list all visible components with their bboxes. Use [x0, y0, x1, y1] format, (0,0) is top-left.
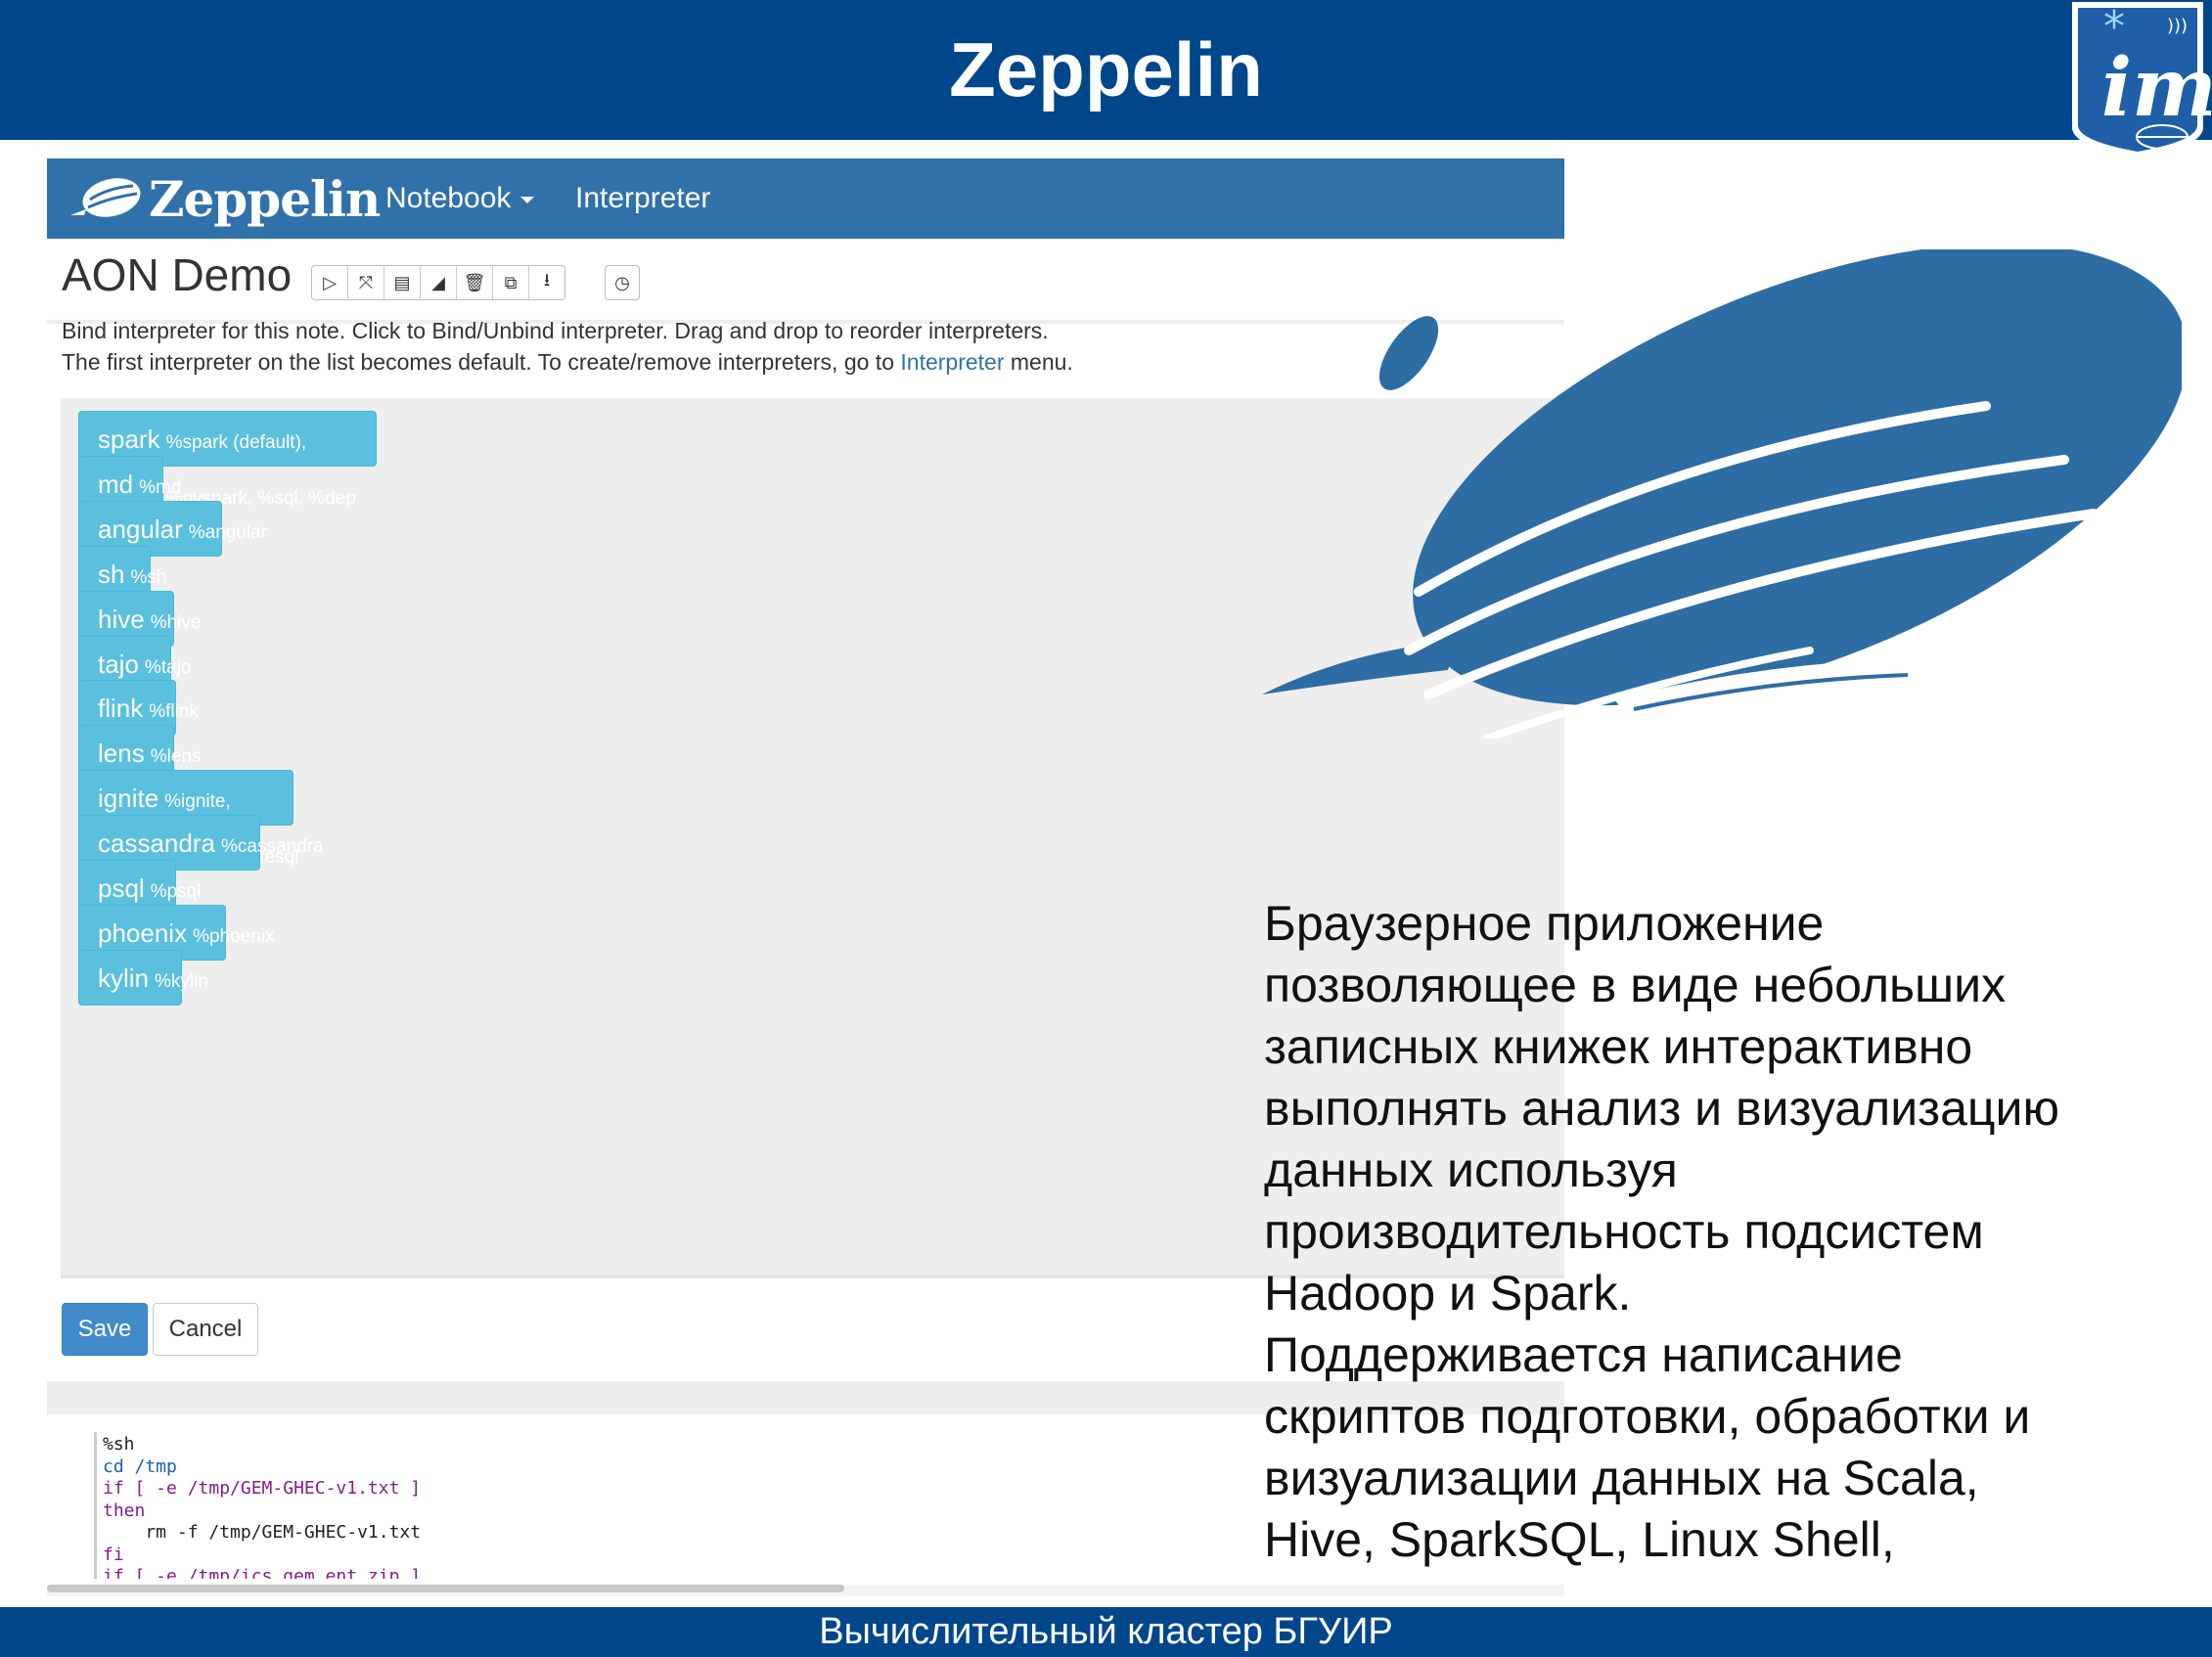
- interpreter-bindings: %angular: [188, 521, 268, 543]
- brand-name: Zeppelin: [149, 169, 381, 228]
- footer-text: Вычислительный кластер БГУИР: [819, 1611, 1393, 1652]
- description-line: Поддерживается написание: [1264, 1327, 1903, 1382]
- zeppelin-airship-icon: [1262, 249, 2182, 739]
- code-line: rm -f /tmp/GEM-GHEC-v1.txt: [103, 1522, 422, 1543]
- nav-notebook-dropdown[interactable]: Notebook: [385, 158, 535, 239]
- book-icon[interactable]: ▤: [384, 266, 421, 299]
- description-line: Браузерное приложение: [1264, 896, 1825, 951]
- description-line: выполнять анализ и визуализацию: [1264, 1081, 2059, 1136]
- download-icon[interactable]: ⭳: [529, 266, 564, 299]
- description-line: записных книжек интерактивно: [1264, 1019, 1973, 1074]
- slide-title: Zeppelin: [949, 26, 1263, 112]
- eraser-icon[interactable]: ◢: [421, 266, 457, 299]
- horizontal-scrollbar[interactable]: [47, 1585, 844, 1592]
- code-line: then: [103, 1500, 146, 1521]
- code-line: fi: [103, 1544, 124, 1565]
- svg-text:))): ))): [2167, 16, 2188, 36]
- interpreter-bindings: %kylin: [155, 970, 208, 992]
- help-text-line-1: Bind interpreter for this note. Click to…: [62, 318, 1049, 343]
- interpreter-link[interactable]: Interpreter: [900, 349, 1004, 375]
- chevron-down-icon: [520, 196, 535, 203]
- nav-interpreter[interactable]: Interpreter: [575, 158, 710, 239]
- note-toolbar: ▷ ⤧ ▤ ◢ 🗑 ⧉ ⭳: [311, 265, 565, 300]
- note-title: AON Demo: [62, 249, 293, 300]
- save-button[interactable]: Save: [62, 1303, 148, 1356]
- code-line: %sh: [103, 1434, 135, 1455]
- navbar: Zeppelin Notebook Interpreter: [47, 158, 1564, 239]
- cancel-button[interactable]: Cancel: [153, 1303, 258, 1356]
- interpreter-name: kylin: [98, 963, 150, 993]
- help-text: The first interpreter on the list become…: [62, 349, 901, 375]
- description-line: данных используя: [1264, 1142, 1678, 1197]
- description-line: Hive, SparkSQL, Linux Shell,: [1264, 1512, 1895, 1567]
- interpreter-kylin-button[interactable]: kylin %kylin: [78, 949, 208, 1006]
- interpreter-bindings: %cassandra: [220, 836, 324, 858]
- description-line: скриптов подготовки, обработки и: [1264, 1389, 2031, 1444]
- collapse-icon[interactable]: ⤧: [348, 266, 384, 299]
- university-logo-icon: * ))) іт: [2072, 2, 2211, 158]
- description-line: Hadoop и Spark.: [1264, 1266, 1632, 1321]
- trash-icon[interactable]: 🗑: [457, 266, 493, 299]
- nav-notebook-label: Notebook: [385, 182, 512, 214]
- description-line: позволяющее в виде небольших: [1264, 958, 2007, 1012]
- help-text-line-2: The first interpreter on the list become…: [62, 349, 1073, 376]
- help-text: menu.: [1004, 349, 1073, 375]
- slide-footer: Вычислительный кластер БГУИР: [0, 1607, 2212, 1657]
- description-line: производительность подсистем: [1264, 1204, 1984, 1259]
- code-line: if [ -e /tmp/ics_gem_ent.zip ]: [103, 1566, 422, 1579]
- clone-icon[interactable]: ⧉: [493, 266, 529, 299]
- svg-text:іт: іт: [2101, 41, 2211, 135]
- clock-icon[interactable]: ◷: [605, 265, 640, 300]
- code-line: if [ -e /tmp/GEM-GHEC-v1.txt ]: [103, 1478, 422, 1499]
- code-line: cd /tmp: [103, 1455, 177, 1477]
- run-all-icon[interactable]: ▷: [312, 266, 348, 299]
- description-text: Браузерное приложение позволяющее в виде …: [1264, 893, 2203, 1571]
- slide-header: Zeppelin * ))) іт: [0, 0, 2212, 158]
- description-line: визуализации данных на Scala,: [1264, 1451, 1979, 1505]
- brand[interactable]: Zeppelin: [68, 169, 381, 228]
- zeppelin-logo-icon: [70, 178, 141, 217]
